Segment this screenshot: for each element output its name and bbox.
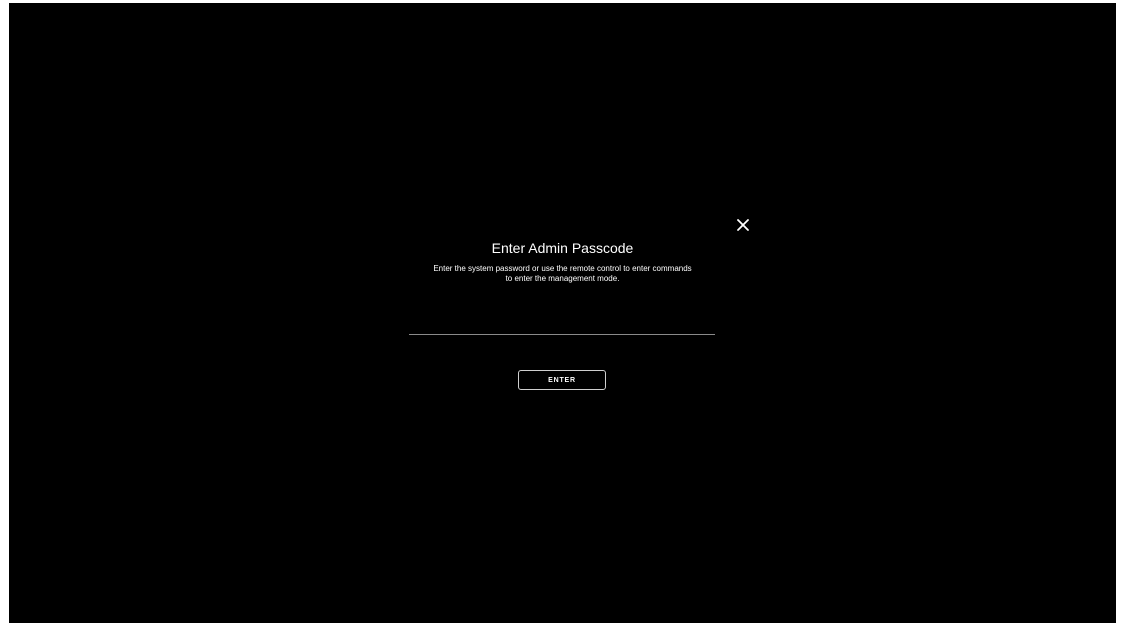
close-icon bbox=[737, 219, 749, 231]
passcode-input[interactable] bbox=[409, 313, 715, 335]
dialog-title: Enter Admin Passcode bbox=[491, 240, 634, 256]
dialog-description: Enter the system password or use the rem… bbox=[433, 264, 692, 283]
close-button[interactable] bbox=[734, 216, 752, 234]
enter-button[interactable]: ENTER bbox=[518, 370, 606, 390]
admin-passcode-screen: Enter Admin Passcode Enter the system pa… bbox=[9, 3, 1116, 623]
